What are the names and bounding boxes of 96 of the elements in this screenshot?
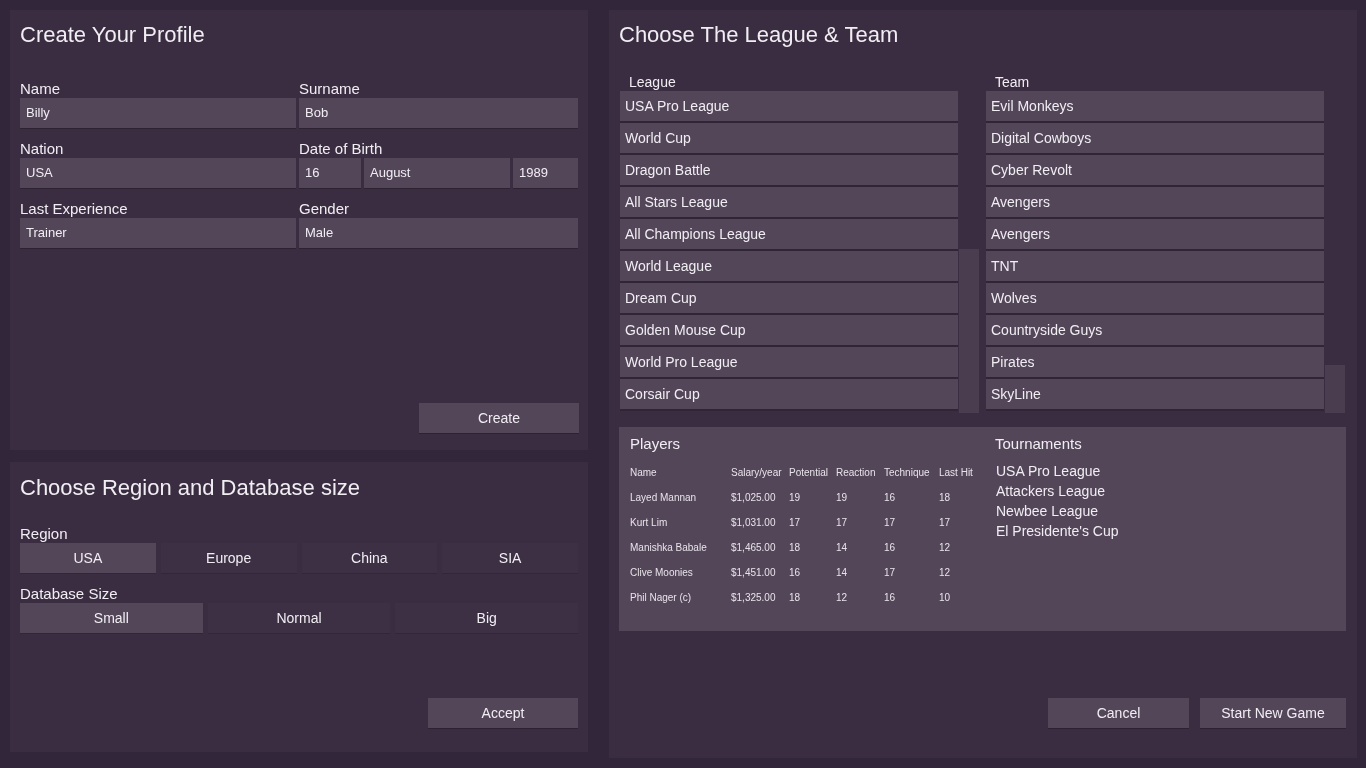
table-cell: Layed Mannan bbox=[630, 491, 697, 504]
table-cell: 16 bbox=[884, 541, 896, 554]
column-header: Potential bbox=[789, 466, 828, 479]
list-item[interactable]: Avengers bbox=[986, 187, 1324, 217]
list-item[interactable]: World League bbox=[620, 251, 958, 281]
text-field[interactable]: USA bbox=[20, 158, 296, 188]
table-cell: $1,025.00 bbox=[731, 491, 776, 504]
table-cell: 18 bbox=[939, 491, 951, 504]
list-item[interactable]: Wolves bbox=[986, 283, 1324, 313]
option-toggle[interactable]: Small bbox=[20, 603, 203, 633]
list-item[interactable]: Avengers bbox=[986, 219, 1324, 249]
table-cell: 17 bbox=[789, 516, 801, 529]
field-label: Surname bbox=[299, 80, 360, 98]
list-item[interactable]: All Stars League bbox=[620, 187, 958, 217]
table-cell: 18 bbox=[789, 591, 801, 604]
table-cell: 19 bbox=[789, 491, 801, 504]
table-cell: 18 bbox=[789, 541, 801, 554]
tournament-name: Attackers League bbox=[996, 482, 1105, 501]
list-item[interactable]: World Cup bbox=[620, 123, 958, 153]
panel-title: Create Your Profile bbox=[20, 22, 205, 48]
list-item[interactable]: Golden Mouse Cup bbox=[620, 315, 958, 345]
table-cell: $1,465.00 bbox=[731, 541, 776, 554]
section-title: Tournaments bbox=[995, 435, 1082, 453]
option-toggle[interactable]: Normal bbox=[207, 603, 391, 633]
scrollbar-thumb[interactable] bbox=[1325, 365, 1345, 413]
start-game-button[interactable]: Start New Game bbox=[1200, 698, 1346, 728]
list-header: Team bbox=[995, 74, 1030, 91]
text-field[interactable]: 16 bbox=[299, 158, 361, 188]
field-label: Nation bbox=[20, 140, 64, 158]
table-cell: 16 bbox=[884, 591, 896, 604]
option-toggle[interactable]: USA bbox=[20, 543, 156, 573]
text-field[interactable]: Bob bbox=[299, 98, 578, 128]
list-header: League bbox=[629, 74, 676, 91]
list-item[interactable]: SkyLine bbox=[986, 379, 1324, 409]
table-cell: Kurt Lim bbox=[630, 516, 668, 529]
table-cell: Phil Nager (c) bbox=[630, 591, 692, 604]
list-item[interactable]: All Champions League bbox=[620, 219, 958, 249]
accept-button[interactable]: Accept bbox=[428, 698, 578, 728]
table-cell: 19 bbox=[836, 491, 848, 504]
column-header: Last Hit bbox=[939, 466, 973, 479]
option-toggle[interactable]: Big bbox=[395, 603, 578, 633]
list-item[interactable]: Dragon Battle bbox=[620, 155, 958, 185]
table-cell: $1,031.00 bbox=[731, 516, 776, 529]
column-header: Name bbox=[630, 466, 657, 479]
list-item[interactable]: Digital Cowboys bbox=[986, 123, 1324, 153]
table-cell: 14 bbox=[836, 566, 848, 579]
tournament-name: USA Pro League bbox=[996, 462, 1101, 481]
field-label: Last Experience bbox=[20, 200, 128, 218]
text-field[interactable]: 1989 bbox=[513, 158, 578, 188]
table-cell: Manishka Babale bbox=[630, 541, 707, 554]
table-cell: 10 bbox=[939, 591, 951, 604]
table-cell: $1,451.00 bbox=[731, 566, 776, 579]
option-toggle[interactable]: China bbox=[301, 543, 438, 573]
list-item[interactable]: Pirates bbox=[986, 347, 1324, 377]
option-toggle[interactable]: SIA bbox=[442, 543, 578, 573]
column-header: Technique bbox=[884, 466, 930, 479]
list-item[interactable]: Corsair Cup bbox=[620, 379, 958, 409]
table-cell: 14 bbox=[836, 541, 848, 554]
group-label: Region bbox=[20, 525, 68, 543]
list-item[interactable]: Evil Monkeys bbox=[986, 91, 1324, 121]
text-field[interactable]: Trainer bbox=[20, 218, 296, 248]
table-cell: 17 bbox=[884, 516, 896, 529]
group-label: Database Size bbox=[20, 585, 118, 603]
table-cell: 17 bbox=[939, 516, 951, 529]
option-toggle[interactable]: Europe bbox=[160, 543, 297, 573]
list-item[interactable]: World Pro League bbox=[620, 347, 958, 377]
column-header: Reaction bbox=[836, 466, 876, 479]
list-item[interactable]: Countryside Guys bbox=[986, 315, 1324, 345]
list-item[interactable]: Cyber Revolt bbox=[986, 155, 1324, 185]
column-header: Salary/year bbox=[731, 466, 782, 479]
table-cell: 17 bbox=[884, 566, 896, 579]
scrollbar-thumb[interactable] bbox=[959, 249, 979, 413]
panel-title: Choose The League & Team bbox=[619, 22, 899, 48]
cancel-button[interactable]: Cancel bbox=[1048, 698, 1189, 728]
field-label: Gender bbox=[299, 200, 350, 218]
tournament-name: Newbee League bbox=[996, 502, 1098, 521]
section-title: Players bbox=[630, 435, 681, 453]
table-cell: 12 bbox=[939, 541, 951, 554]
tournament-name: El Presidente's Cup bbox=[996, 522, 1119, 541]
table-cell: 12 bbox=[939, 566, 951, 579]
list-item[interactable]: USA Pro League bbox=[620, 91, 958, 121]
field-label: Date of Birth bbox=[299, 140, 383, 158]
field-label: Name bbox=[20, 80, 60, 98]
table-cell: 16 bbox=[789, 566, 801, 579]
text-field[interactable]: August bbox=[364, 158, 510, 188]
text-field[interactable]: Billy bbox=[20, 98, 296, 128]
text-field[interactable]: Male bbox=[299, 218, 578, 248]
table-cell: 17 bbox=[836, 516, 848, 529]
table-cell: 12 bbox=[836, 591, 848, 604]
table-cell: 16 bbox=[884, 491, 896, 504]
table-cell: Clive Moonies bbox=[630, 566, 693, 579]
panel-title: Choose Region and Database size bbox=[20, 475, 360, 501]
list-item[interactable]: Dream Cup bbox=[620, 283, 958, 313]
table-cell: $1,325.00 bbox=[731, 591, 776, 604]
create-button[interactable]: Create bbox=[419, 403, 579, 433]
list-item[interactable]: TNT bbox=[986, 251, 1324, 281]
